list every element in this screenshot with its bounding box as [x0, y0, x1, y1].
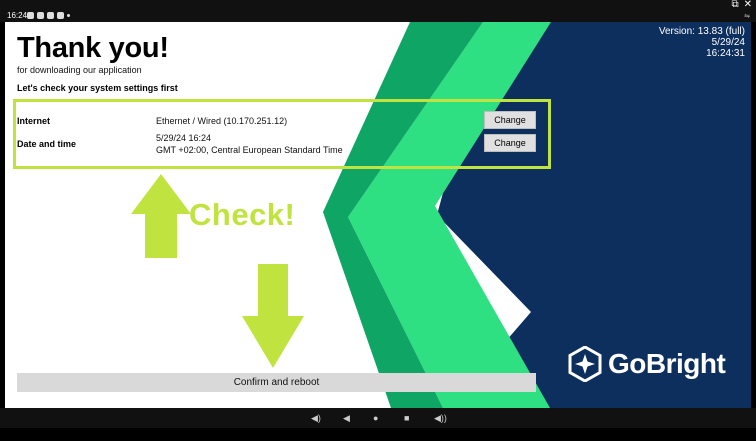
popout-icon[interactable]: ⧉	[731, 0, 738, 10]
shield-icon	[27, 12, 34, 19]
dot-icon	[67, 14, 70, 17]
down-arrow-icon	[242, 264, 304, 368]
close-icon[interactable]: ✕	[744, 0, 752, 10]
notification-icon	[37, 12, 44, 19]
brand-logo-group: GoBright	[567, 346, 726, 382]
back-icon[interactable]: ◀	[343, 412, 350, 424]
volume-down-icon[interactable]: ◀)	[311, 412, 321, 424]
screen-icon	[47, 12, 54, 19]
navigation-bar: ◀) ◀ ● ■ ◀))	[0, 408, 756, 428]
status-right-icons: ⇋	[744, 12, 750, 20]
recents-icon[interactable]: ■	[404, 412, 409, 424]
status-icons	[27, 12, 70, 19]
gobright-logo-icon	[568, 346, 602, 382]
status-time: 16:24	[7, 11, 28, 20]
window-controls: ⧉ ✕	[731, 0, 752, 10]
home-icon[interactable]: ●	[373, 412, 378, 424]
bottom-border	[0, 428, 756, 441]
sync-icon: ⇋	[744, 13, 750, 20]
brand-name: GoBright	[608, 348, 726, 379]
confirm-and-reboot-button[interactable]: Confirm and reboot	[17, 373, 536, 392]
image-icon	[57, 12, 64, 19]
volume-up-icon[interactable]: ◀))	[434, 412, 447, 424]
status-bar: 16:24 ⧉ ✕ ⇋	[0, 0, 756, 22]
check-annotation-label: Check!	[189, 197, 296, 232]
up-arrow-icon	[131, 174, 191, 258]
app-window: Version: 13.83 (full) 5/29/24 16:24:31 T…	[5, 22, 751, 408]
